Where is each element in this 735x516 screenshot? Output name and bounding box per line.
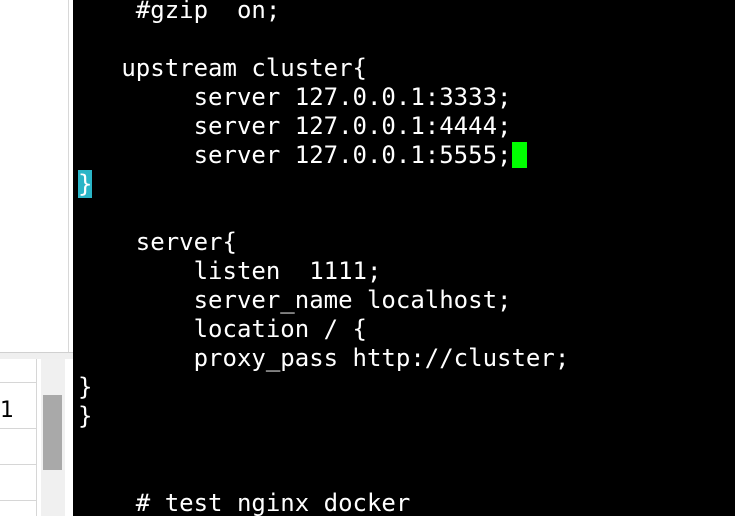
background-window: 1 bbox=[0, 0, 73, 516]
code-line: server 127.0.0.1:3333; bbox=[78, 83, 512, 111]
code-line: server_name localhost; bbox=[78, 286, 512, 314]
code-line-with-cursor: server 127.0.0.1:5555; bbox=[78, 141, 528, 170]
code-line: server 127.0.0.1:4444; bbox=[78, 112, 512, 140]
matched-bracket: } bbox=[78, 170, 93, 198]
column-divider bbox=[36, 359, 37, 516]
code-line: upstream cluster{ bbox=[78, 54, 367, 82]
code-line: proxy_pass http://cluster; bbox=[78, 344, 570, 372]
code-line: } bbox=[78, 170, 93, 199]
scrollbar-thumb[interactable] bbox=[43, 395, 62, 470]
row-divider bbox=[0, 428, 36, 429]
code-line: #gzip on; bbox=[78, 0, 281, 24]
code-line: location / { bbox=[78, 315, 367, 343]
code-line: server{ bbox=[78, 228, 237, 256]
terminal-window[interactable]: #gzip on; upstream cluster{ server 127.0… bbox=[73, 0, 735, 516]
code-line: } bbox=[78, 373, 93, 401]
code-line: listen 1111; bbox=[78, 257, 382, 285]
row-divider bbox=[0, 382, 36, 383]
cell-value[interactable]: 1 bbox=[0, 398, 14, 424]
code-line: } bbox=[78, 402, 93, 430]
pane-divider[interactable] bbox=[0, 352, 73, 359]
row-divider bbox=[0, 464, 36, 465]
background-window-pane bbox=[0, 0, 69, 352]
text-cursor bbox=[512, 142, 528, 168]
row-divider bbox=[0, 500, 36, 501]
code-line: # test nginx docker bbox=[78, 489, 411, 516]
code-line-text: server 127.0.0.1:5555; bbox=[78, 141, 512, 169]
